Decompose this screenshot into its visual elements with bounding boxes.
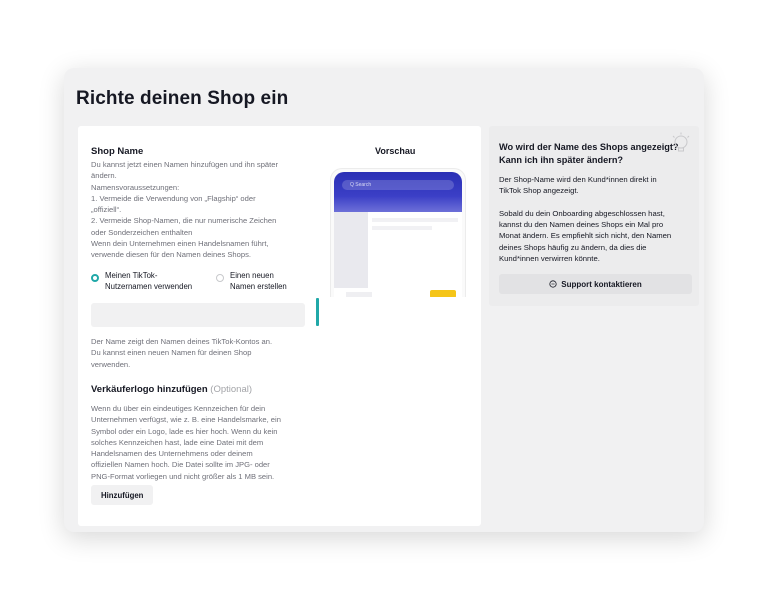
helper-line: Du kannst einen neuen Namen für deinen S…	[91, 348, 252, 358]
preview-placeholder-block	[334, 212, 368, 288]
helper-line: verwenden.	[91, 359, 131, 369]
shop-name-heading: Shop Name	[91, 146, 144, 157]
logo-desc-line: Symbol oder ein Logo, lade es hier hoch.…	[91, 426, 278, 436]
info-line: kannst du den Namen deines Shops ein Mal…	[499, 220, 664, 230]
logo-desc-line: Wenn du über ein eindeutiges Kennzeichen…	[91, 404, 266, 413]
form-column: Shop Name Du kannst jetzt einen Namen hi…	[91, 146, 305, 505]
intro-line: Du kannst jetzt einen Namen hinzufügen u…	[91, 160, 279, 169]
preview-placeholder-line	[372, 218, 458, 222]
info-line: TikTok Shop angezeigt.	[499, 186, 579, 196]
name-source-radio-group: Meinen TikTok- Nutzernamen verwenden Ein…	[91, 270, 305, 294]
info-title-line: Kann ich ihn später ändern?	[499, 155, 624, 165]
chat-bubble-icon	[549, 280, 557, 288]
intro-line: 1. Vermeide die Verwendung von „Flagship…	[91, 193, 256, 203]
radio-create-new-name[interactable]: Einen neuen Namen erstellen	[216, 270, 287, 292]
logo-desc-line: Handelsnamen des Unternehmens oder deine…	[91, 449, 253, 459]
preview-placeholder-line	[372, 226, 432, 230]
intro-line: Wenn dein Unternehmen einen Handelsnamen…	[91, 239, 269, 249]
seller-logo-description: Wenn du über ein eindeutiges Kennzeichen…	[91, 403, 305, 482]
contact-support-button[interactable]: Support kontaktieren	[499, 274, 692, 294]
page-title: Richte deinen Shop ein	[76, 88, 289, 109]
input-focus-indicator	[316, 298, 319, 326]
intro-line: Namensvoraussetzungen:	[91, 182, 180, 192]
shop-name-intro: Du kannst jetzt einen Namen hinzufügen u…	[91, 159, 305, 261]
intro-line: ändern.	[91, 171, 117, 181]
shop-name-form-panel: Shop Name Du kannst jetzt einen Namen hi…	[78, 126, 481, 526]
preview-heading: Vorschau	[375, 146, 416, 156]
info-title-line: Wo wird der Name des Shops angezeigt?	[499, 142, 679, 152]
preview-content	[334, 212, 462, 297]
logo-desc-line: PNG-Format vorliegen und nicht größer al…	[91, 471, 275, 481]
radio-use-tiktok-username[interactable]: Meinen TikTok- Nutzernamen verwenden	[91, 270, 192, 292]
shop-name-helper-text: Der Name zeigt den Namen deines TikTok-K…	[91, 336, 305, 370]
preview-product-thumbnail	[430, 290, 456, 297]
info-paragraph-display: Der Shop-Name wird den Kund*innen direkt…	[499, 174, 694, 196]
logo-desc-line: solches Kennzeichen hast, lade eine Date…	[91, 437, 264, 447]
info-line: deines Shops häufig zu ändern, da dies d…	[499, 242, 647, 252]
radio-label: Einen neuen	[230, 271, 274, 280]
intro-line: oder Sonderzeichen enthalten	[91, 227, 193, 237]
seller-logo-heading: Verkäuferlogo hinzufügen (Optional)	[91, 384, 305, 395]
radio-label: Nutzernamen verwenden	[105, 282, 193, 291]
logo-desc-line: Unternehmen verfügst, wie z. B. eine Han…	[91, 415, 281, 425]
info-line: Kund*innen verwirren könnte.	[499, 253, 600, 263]
radio-label: Namen erstellen	[230, 282, 287, 291]
optional-tag: (Optional)	[210, 384, 253, 395]
shop-preview-phone: Q Search	[330, 168, 466, 297]
intro-line: 2. Vermeide Shop-Namen, die nur numerisc…	[91, 216, 277, 226]
info-line: Der Shop-Name wird den Kund*innen direkt…	[499, 175, 657, 184]
intro-line: „offiziell“.	[91, 205, 122, 215]
preview-header: Q Search	[334, 172, 462, 212]
radio-unselected-icon	[216, 274, 224, 282]
info-paragraph-change: Sobald du dein Onboarding abgeschlossen …	[499, 208, 694, 264]
preview-search-bar: Q Search	[342, 180, 454, 190]
shop-name-input[interactable]	[91, 303, 305, 327]
radio-label: Meinen TikTok-	[105, 271, 158, 280]
add-logo-button[interactable]: Hinzufügen	[91, 485, 154, 505]
info-line: Monat ändern. Es empfiehlt sich nicht, d…	[499, 231, 672, 241]
helper-line: Der Name zeigt den Namen deines TikTok-K…	[91, 337, 273, 346]
seller-logo-title: Verkäuferlogo hinzufügen	[91, 384, 208, 395]
support-button-label: Support kontaktieren	[561, 279, 642, 289]
onboarding-card: Richte deinen Shop ein Shop Name Du kann…	[64, 68, 704, 532]
radio-selected-icon	[91, 274, 99, 282]
preview-placeholder-line	[346, 292, 372, 297]
info-line: Sobald du dein Onboarding abgeschlossen …	[499, 209, 665, 218]
logo-desc-line: offiziellen Namen hoch. Die Datei sollte…	[91, 460, 270, 470]
intro-line: verwende diesen für den Namen deines Sho…	[91, 250, 251, 260]
info-title: Wo wird der Name des Shops angezeigt? Ka…	[499, 141, 681, 167]
lightbulb-icon	[672, 132, 690, 152]
shop-name-info-panel: Wo wird der Name des Shops angezeigt? Ka…	[489, 126, 699, 306]
